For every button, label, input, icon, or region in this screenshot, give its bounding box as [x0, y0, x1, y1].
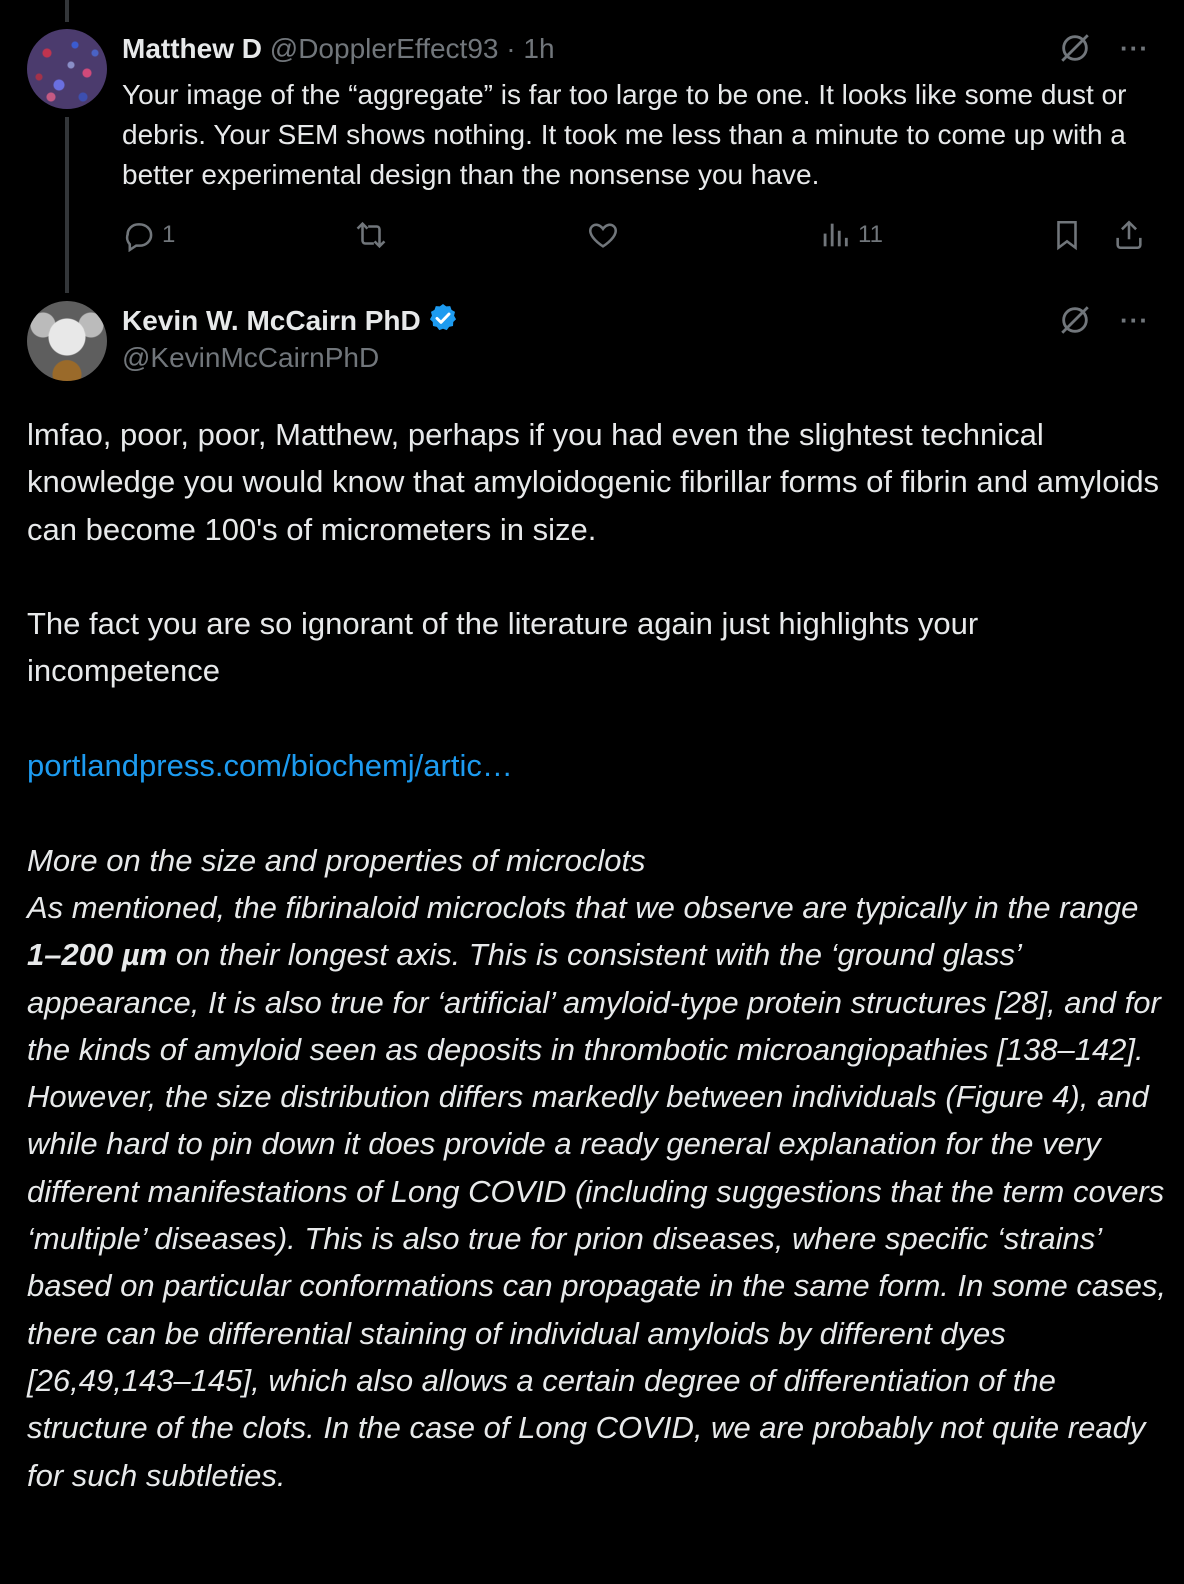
repost-icon [356, 221, 386, 249]
bookmark-button[interactable] [1050, 218, 1084, 252]
reply-button[interactable]: 1 [122, 218, 175, 252]
reply-icon [125, 223, 153, 252]
reply-header: Matthew D @DopplerEffect93 · 1h [122, 33, 555, 65]
avatar-matthew[interactable] [27, 29, 107, 109]
grok-icon[interactable] [1058, 303, 1092, 337]
share-button[interactable] [1112, 218, 1146, 252]
main-paragraph-1: lmfao, poor, poor, Matthew, perhaps if y… [27, 417, 1160, 547]
quote-size-range: 1–200 µm [27, 937, 168, 973]
like-button[interactable] [586, 218, 626, 252]
thread-line-top [65, 0, 69, 22]
main-paragraph-2: The fact you are so ignorant of the lite… [27, 606, 979, 689]
like-icon [589, 223, 617, 248]
thread-line-connector [65, 117, 69, 293]
share-icon [1116, 220, 1142, 250]
reply-text: Your image of the “aggregate” is far too… [122, 79, 1127, 190]
views-button[interactable]: 11 [818, 218, 883, 252]
more-icon[interactable]: ··· [1120, 307, 1149, 333]
verified-badge-icon [429, 304, 456, 331]
views-icon [823, 223, 848, 247]
quote-body: As mentioned, the fibrinaloid microclots… [27, 884, 1167, 1499]
reply-top-actions: ··· [1058, 31, 1149, 65]
reply-author-name[interactable]: Matthew D [122, 33, 262, 64]
main-author-handle[interactable]: @KevinMcCairnPhD [122, 342, 379, 374]
bookmark-icon [1057, 220, 1077, 251]
more-icon[interactable]: ··· [1120, 35, 1149, 61]
reply-author-handle[interactable]: @DopplerEffect93 [270, 33, 499, 64]
main-top-actions: ··· [1058, 303, 1149, 337]
quote-part-b: on their longest axis. This is consisten… [27, 937, 1166, 1493]
quote-heading: More on the size and properties of micro… [27, 842, 646, 878]
reply-count: 1 [162, 221, 176, 248]
main-author-name[interactable]: Kevin W. McCairn PhD [122, 305, 421, 336]
reply-separator: · [506, 33, 516, 64]
views-count: 11 [858, 221, 883, 248]
article-link[interactable]: portlandpress.com/biochemj/artic… [27, 748, 513, 783]
grok-icon[interactable] [1058, 31, 1092, 65]
main-author-row: Kevin W. McCairn PhD [122, 302, 459, 337]
quote-part-a: As mentioned, the fibrinaloid microclots… [27, 889, 1139, 925]
avatar-kevin[interactable] [27, 301, 107, 381]
repost-button[interactable] [354, 218, 394, 252]
reply-timestamp[interactable]: 1h [523, 33, 554, 64]
main-tweet-body: lmfao, poor, poor, Matthew, perhaps if y… [27, 411, 1167, 1499]
